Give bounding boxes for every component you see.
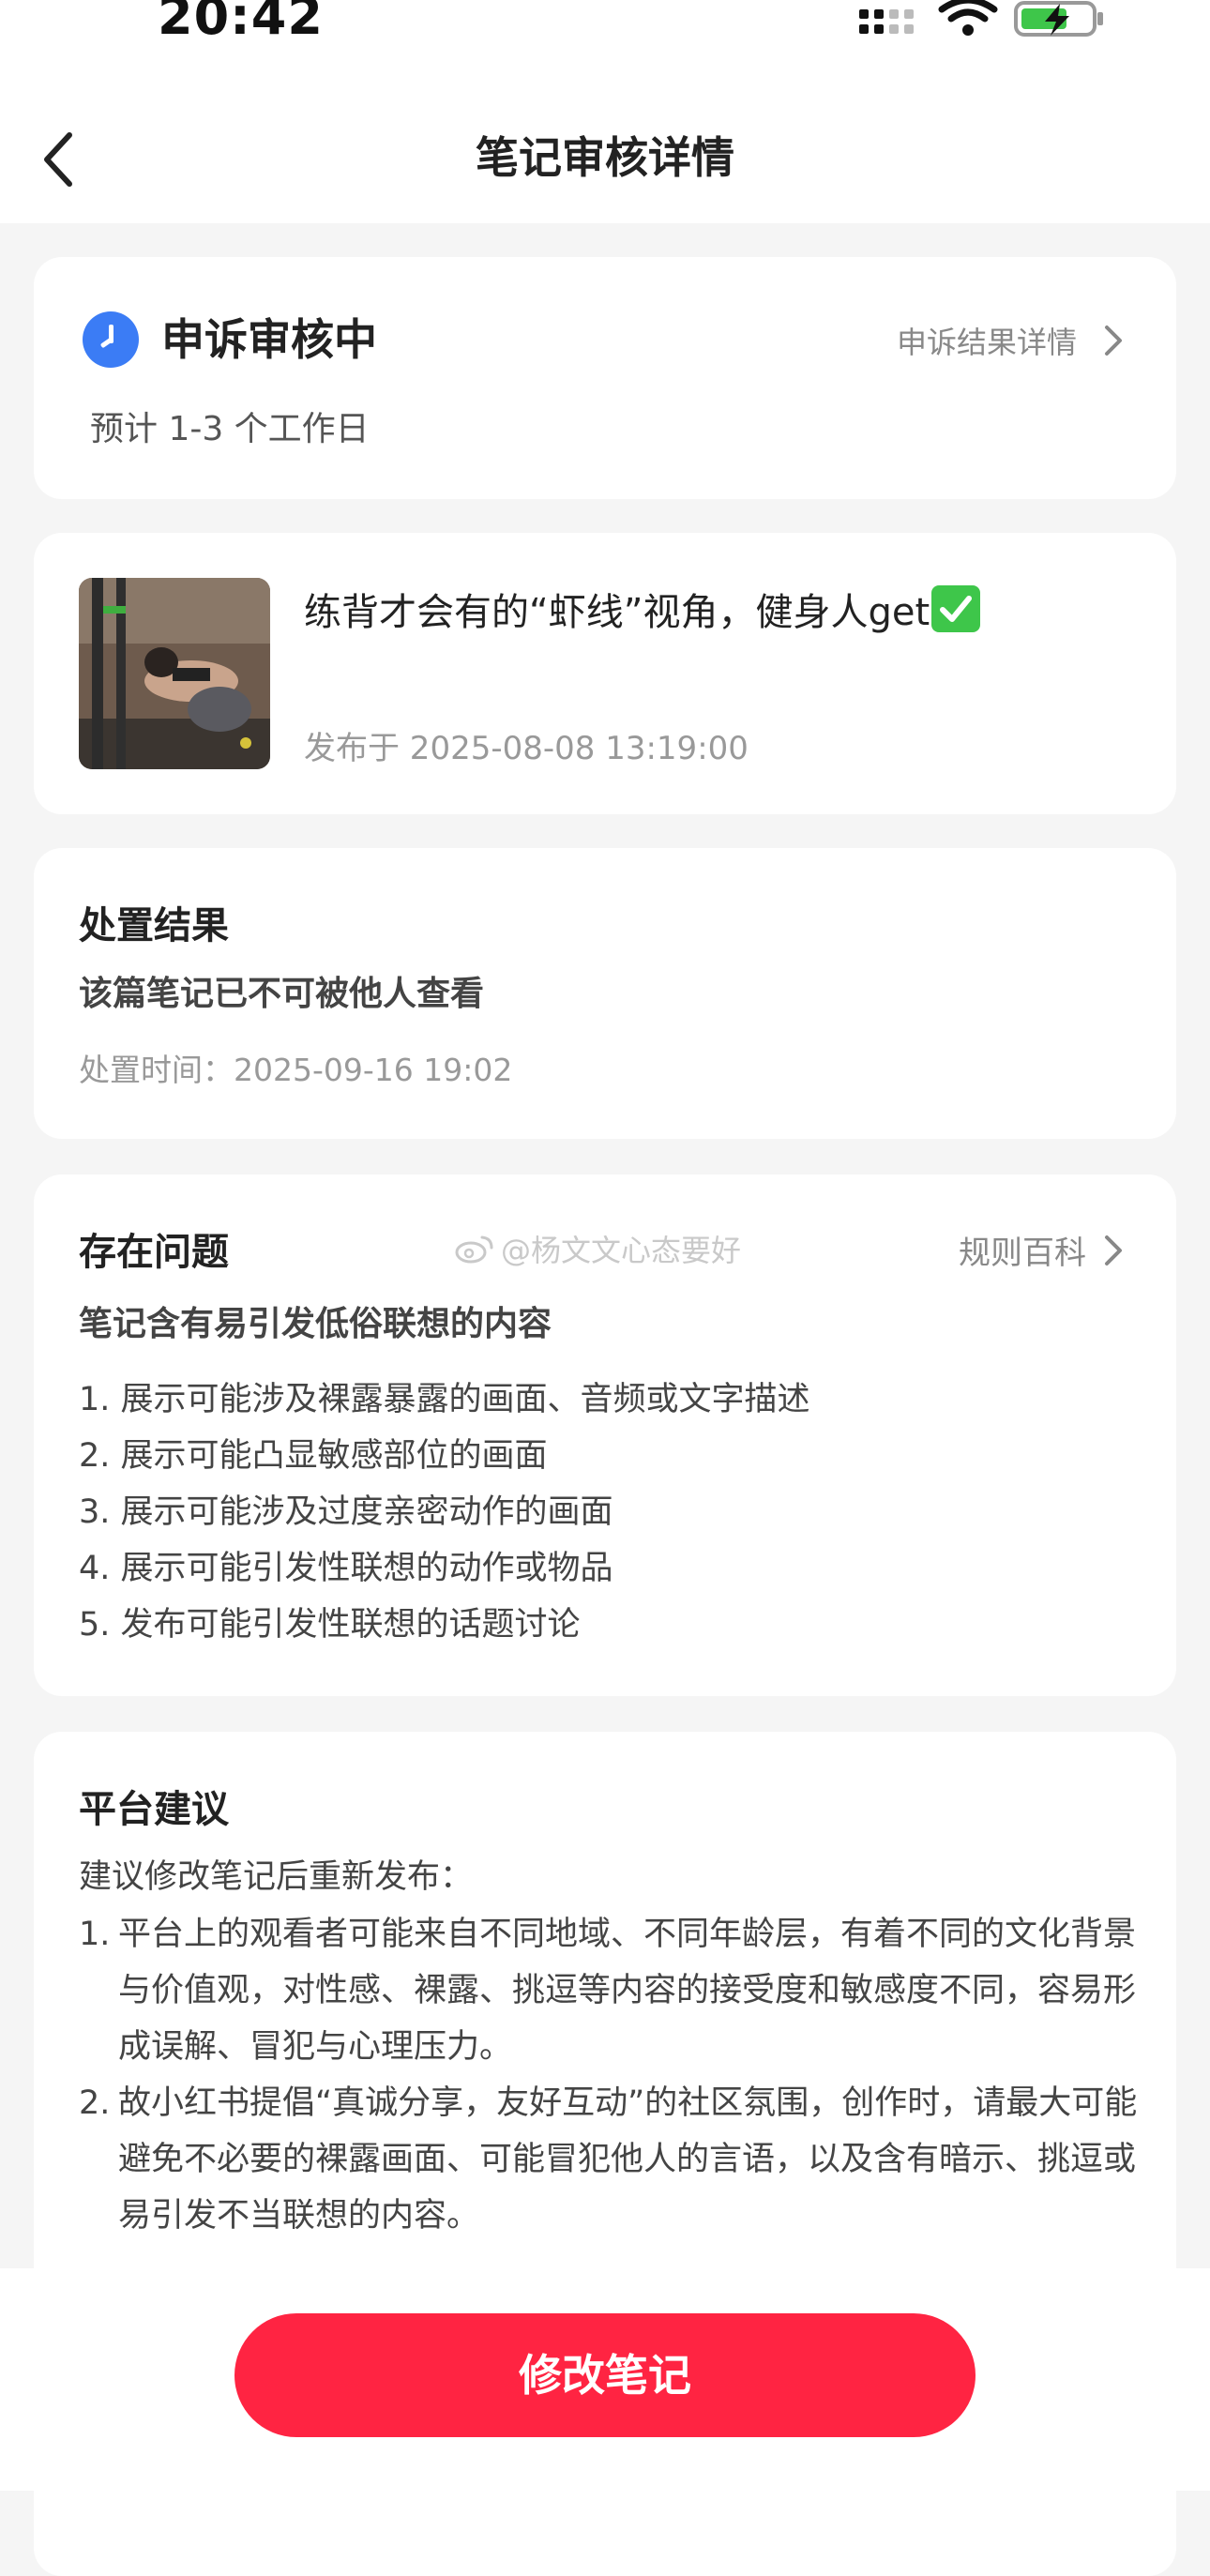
rules-wiki-label: 规则百科 <box>959 1235 1086 1272</box>
problem-card: 存在问题 @杨文文心态要好 规则百科 笔记含有易引发低俗联想的内容 1. 展示可… <box>34 1174 1176 1696</box>
result-text: 该篇笔记已不可被他人查看 <box>79 975 485 1013</box>
check-mark-icon <box>931 585 981 632</box>
watermark-text: @杨文文心态要好 <box>501 1233 742 1268</box>
signal-icon <box>859 9 914 34</box>
weibo-icon <box>455 1235 493 1264</box>
suggestion-list: 1. 平台上的观看者可能来自不同地域、不同年龄层，有着不同的文化背景与价值观，对… <box>79 1906 1139 2244</box>
list-item: 3. 展示可能涉及过度亲密动作的画面 <box>79 1493 613 1531</box>
problem-subtitle: 笔记含有易引发低俗联想的内容 <box>79 1305 552 1343</box>
chevron-right-icon <box>1105 1235 1122 1265</box>
list-item: 2. 展示可能凸显敏感部位的画面 <box>79 1437 548 1475</box>
list-text: 故小红书提倡“真诚分享，友好互动”的社区氛围，创作时，请最大可能避免不必要的裸露… <box>118 2084 1138 2235</box>
list-item: 1. 展示可能涉及裸露暴露的画面、音频或文字描述 <box>79 1381 810 1418</box>
list-item: 4. 展示可能引发性联想的动作或物品 <box>79 1550 613 1587</box>
list-number: 1. <box>79 1916 111 1953</box>
watermark: @杨文文心态要好 <box>454 1227 741 1270</box>
list-item: 2. 故小红书提倡“真诚分享，友好互动”的社区氛围，创作时，请最大可能避免不必要… <box>79 2075 1139 2244</box>
status-estimate: 预计 1-3 个工作日 <box>90 410 370 448</box>
appeal-result-link[interactable]: 申诉结果详情 <box>897 319 1124 362</box>
bottom-action-bar: 修改笔记 <box>0 2268 1210 2491</box>
disposal-result-card: 处置结果 该篇笔记已不可被他人查看 处置时间：2025-09-16 19:02 <box>34 848 1176 1139</box>
note-card[interactable]: 练背才会有的“虾线”视角，健身人get 发布于 2025-08-08 13:19… <box>34 533 1176 814</box>
battery-charging-icon <box>1014 1 1103 37</box>
edit-note-button[interactable]: 修改笔记 <box>234 2313 976 2437</box>
note-publish-date: 发布于 2025-08-08 13:19:00 <box>304 730 749 767</box>
wifi-icon <box>938 0 998 36</box>
nav-bar: 笔记审核详情 <box>0 66 1210 223</box>
list-item: 1. 平台上的观看者可能来自不同地域、不同年龄层，有着不同的文化背景与价值观，对… <box>79 1906 1139 2075</box>
chevron-right-icon <box>1105 326 1122 356</box>
list-item: 5. 发布可能引发性联想的话题讨论 <box>79 1606 581 1644</box>
appeal-result-label: 申诉结果详情 <box>896 325 1077 360</box>
result-time: 处置时间：2025-09-16 19:02 <box>79 1052 513 1088</box>
rules-wiki-link[interactable]: 规则百科 <box>959 1227 1124 1273</box>
list-number: 2. <box>79 2084 111 2122</box>
status-time: 20:42 <box>158 0 324 46</box>
clock-icon <box>83 311 139 368</box>
note-title-text: 练背才会有的“虾线”视角，健身人get <box>304 591 930 634</box>
appeal-status-card: 申诉审核中 申诉结果详情 预计 1-3 个工作日 <box>34 257 1176 499</box>
status-title: 申诉审核中 <box>161 314 377 365</box>
suggestion-heading: 平台建议 <box>79 1788 229 1831</box>
suggestion-intro: 建议修改笔记后重新发布： <box>79 1858 474 1896</box>
note-title: 练背才会有的“虾线”视角，健身人get <box>304 582 981 636</box>
result-heading: 处置结果 <box>79 904 229 947</box>
note-thumbnail[interactable] <box>79 578 270 769</box>
page-title: 笔记审核详情 <box>476 132 734 183</box>
list-text: 平台上的观看者可能来自不同地域、不同年龄层，有着不同的文化背景与价值观，对性感、… <box>118 1916 1137 2066</box>
problem-list: 1. 展示可能涉及裸露暴露的画面、音频或文字描述 2. 展示可能凸显敏感部位的画… <box>79 1371 810 1653</box>
problem-heading: 存在问题 <box>79 1231 229 1274</box>
status-bar: 20:42 <box>0 0 1210 66</box>
